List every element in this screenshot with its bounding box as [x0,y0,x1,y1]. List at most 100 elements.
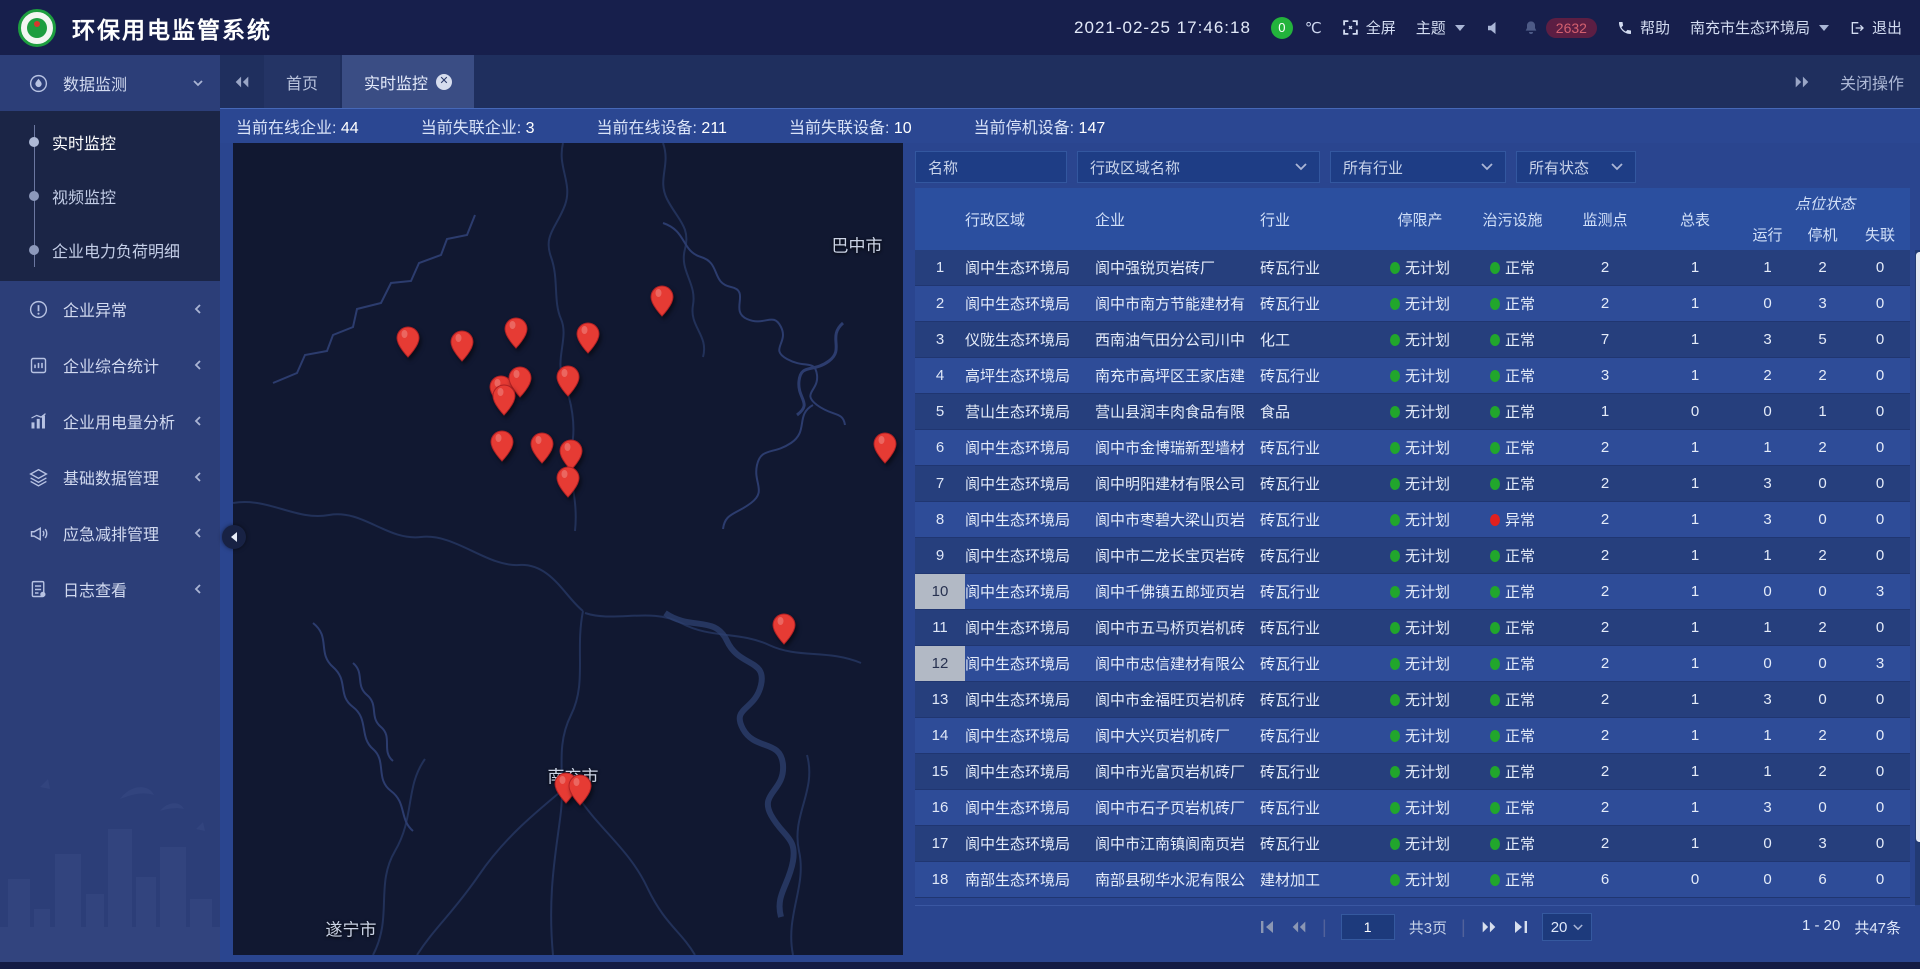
map-pin[interactable] [772,613,796,645]
map-pin[interactable] [556,466,580,498]
sidebar-item-6[interactable]: 应急减排管理 [0,505,220,561]
table-row[interactable]: 15阆中生态环境局阆中市光富页岩机砖厂砖瓦行业无计划正常21120 [915,754,1910,790]
sidebar-menu: 数据监测实时监控视频监控企业电力负荷明细企业异常企业综合统计企业用电量分析基础数… [0,55,220,617]
map-pin[interactable] [492,384,516,416]
col-pollution-facility[interactable]: 治污设施 [1465,188,1560,250]
volume-icon[interactable] [1485,19,1503,37]
tab-close-icon[interactable]: ✕ [436,74,452,90]
help-button[interactable]: 帮助 [1617,17,1670,38]
col-company[interactable]: 企业 [1095,188,1260,250]
table-row[interactable]: 1阆中生态环境局阆中强锐页岩砖厂砖瓦行业无计划正常21120 [915,250,1910,286]
table-row[interactable]: 3仪陇生态环境局西南油气田分公司川中化工无计划正常71350 [915,322,1910,358]
map-pin[interactable] [568,774,592,806]
cell-disconnected: 0 [1850,250,1910,286]
tab-scroll-left-icon[interactable] [220,55,264,108]
sidebar-item-4[interactable]: 企业用电量分析 [0,393,220,449]
table-row[interactable]: 5营山生态环境局营山县润丰肉食品有限食品无计划正常10010 [915,394,1910,430]
sidebar-item-2[interactable]: 企业异常 [0,281,220,337]
prev-page-icon[interactable] [1290,920,1308,934]
table-row[interactable]: 2阆中生态环境局阆中市南方节能建材有砖瓦行业无计划正常21030 [915,286,1910,322]
map-pin[interactable] [450,330,474,362]
tab-scroll-right-icon[interactable] [1780,55,1824,108]
status-dot-green [1390,514,1400,526]
stat-item: 当前在线企业: 44 [236,114,359,138]
col-total-meter[interactable]: 总表 [1650,188,1740,250]
col-region[interactable]: 行政区域 [965,188,1095,250]
map-pin[interactable] [650,285,674,317]
cell-stopped: 0 [1795,682,1850,718]
table-row[interactable]: 12阆中生态环境局阆中市忠信建材有限公砖瓦行业无计划正常21003 [915,646,1910,682]
sidebar-item-1[interactable]: 数据监测 [0,55,220,111]
theme-dropdown[interactable]: 主题 [1416,17,1465,38]
map-pin[interactable] [530,432,554,464]
industry-filter-select[interactable]: 所有行业 [1330,151,1506,183]
map-pin[interactable] [396,326,420,358]
table-scrollbar[interactable] [1915,250,1920,905]
status-dot-green [1390,478,1400,490]
cell-pollution-facility: 正常 [1465,538,1560,574]
table-row[interactable]: 18南部生态环境局南部县砌华水泥有限公建材加工无计划正常60060 [915,862,1910,898]
table-row[interactable]: 6阆中生态环境局阆中市金博瑞新型墙材砖瓦行业无计划正常21120 [915,430,1910,466]
sidebar-subitem[interactable]: 实时监控 [0,115,220,169]
stat-label: 当前在线设备: [597,120,702,137]
scrollbar-thumb[interactable] [1916,252,1920,842]
map-pin[interactable] [576,322,600,354]
notifications[interactable]: 2632 [1523,18,1597,38]
sidebar-subitem[interactable]: 企业电力负荷明细 [0,223,220,277]
sidebar-subitem[interactable]: 视频监控 [0,169,220,223]
sidebar-item-3[interactable]: 企业综合统计 [0,337,220,393]
first-page-icon[interactable] [1260,920,1276,934]
status-dot-green [1390,406,1400,418]
map-pin[interactable] [873,432,897,464]
table-row[interactable]: 16阆中生态环境局阆中市石子页岩机砖厂砖瓦行业无计划正常21300 [915,790,1910,826]
table-body-viewport[interactable]: 1阆中生态环境局阆中强锐页岩砖厂砖瓦行业无计划正常211202阆中生态环境局阆中… [915,250,1915,905]
sidebar-item-5[interactable]: 基础数据管理 [0,449,220,505]
table-row[interactable]: 14阆中生态环境局阆中大兴页岩机砖厂砖瓦行业无计划正常21120 [915,718,1910,754]
table-row[interactable]: 7阆中生态环境局阆中明阳建材有限公司砖瓦行业无计划正常21300 [915,466,1910,502]
table-row[interactable]: 10阆中生态环境局阆中千佛镇五郎垭页岩砖瓦行业无计划正常21003 [915,574,1910,610]
tab-realtime-monitor[interactable]: 实时监控 ✕ [342,55,474,108]
name-filter-input[interactable]: 名称 [915,151,1067,183]
col-stop-production[interactable]: 停限产 [1375,188,1465,250]
page-number-input[interactable]: 1 [1341,914,1395,940]
user-menu[interactable]: 南充市生态环境局 [1690,17,1829,38]
logout-button[interactable]: 退出 [1849,17,1902,38]
cell-running: 3 [1740,790,1795,826]
table-row[interactable]: 17阆中生态环境局阆中市江南镇阆南页岩砖瓦行业无计划正常21030 [915,826,1910,862]
cell-total-meter: 1 [1650,574,1740,610]
cell-disconnected: 0 [1850,430,1910,466]
cell-region: 阆中生态环境局 [965,610,1095,646]
map-panel[interactable]: 巴中市南充市遂宁市 [233,143,903,955]
map-pin[interactable] [504,317,528,349]
region-filter-select[interactable]: 行政区域名称 [1077,151,1320,183]
sidebar-item-label: 企业综合统计 [63,353,192,377]
col-industry[interactable]: 行业 [1260,188,1375,250]
next-page-icon[interactable] [1480,920,1498,934]
map-pin[interactable] [556,365,580,397]
col-monitor-points[interactable]: 监测点 [1560,188,1650,250]
cell-running: 1 [1740,430,1795,466]
page-size-select[interactable]: 20 [1542,913,1593,941]
col-disconnected[interactable]: 失联 [1850,219,1910,250]
status-dot-green [1490,766,1500,778]
row-index: 2 [915,286,965,322]
close-operations-button[interactable]: 关闭操作 [1824,55,1920,108]
cell-monitor-points: 2 [1560,718,1650,754]
map-collapse-button[interactable] [222,525,246,549]
cell-region: 阆中生态环境局 [965,646,1095,682]
sidebar-item-7[interactable]: 日志查看 [0,561,220,617]
cell-pollution-facility: 正常 [1465,394,1560,430]
table-row[interactable]: 13阆中生态环境局阆中市金福旺页岩机砖砖瓦行业无计划正常21300 [915,682,1910,718]
table-row[interactable]: 11阆中生态环境局阆中市五马桥页岩机砖砖瓦行业无计划正常21120 [915,610,1910,646]
map-pin[interactable] [490,430,514,462]
col-stopped[interactable]: 停机 [1795,219,1850,250]
tab-home[interactable]: 首页 [264,55,340,108]
table-row[interactable]: 4高坪生态环境局南充市高坪区王家店建砖瓦行业无计划正常31220 [915,358,1910,394]
fullscreen-button[interactable]: 全屏 [1342,17,1396,38]
stat-value: 44 [341,120,359,137]
table-row[interactable]: 8阆中生态环境局阆中市枣碧大梁山页岩砖瓦行业无计划异常21300 [915,502,1910,538]
status-filter-select[interactable]: 所有状态 [1516,151,1636,183]
col-running[interactable]: 运行 [1740,219,1795,250]
last-page-icon[interactable] [1512,920,1528,934]
table-row[interactable]: 9阆中生态环境局阆中市二龙长宝页岩砖砖瓦行业无计划正常21120 [915,538,1910,574]
